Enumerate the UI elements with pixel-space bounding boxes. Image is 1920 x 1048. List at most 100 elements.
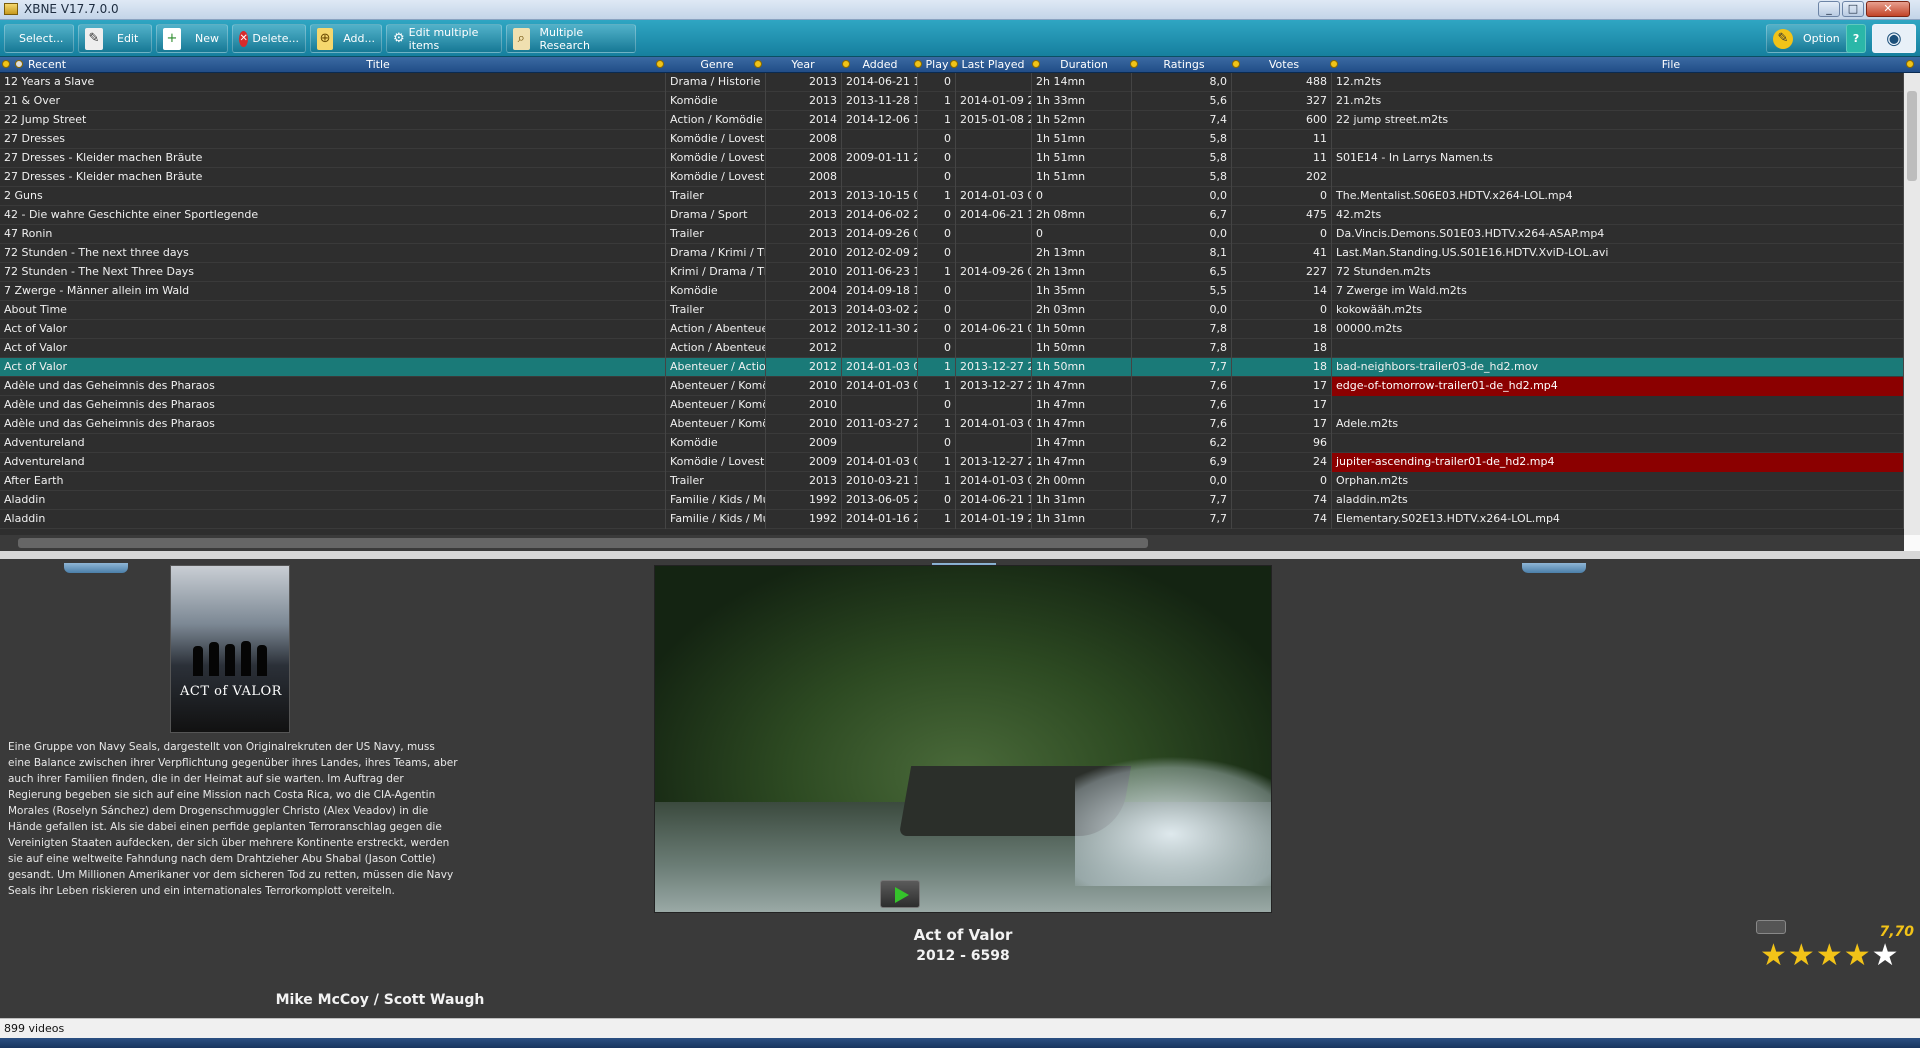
col-votes[interactable]: Votes: [1232, 57, 1336, 73]
col-ratings[interactable]: Ratings: [1136, 57, 1232, 73]
cell-file: [1332, 396, 1904, 415]
col-recent[interactable]: Recent: [28, 57, 88, 73]
panel-splitter[interactable]: [0, 551, 1920, 559]
table-row[interactable]: Adventureland Komödie 2009 0 1h 47mn 6,2 96: [0, 434, 1904, 453]
cell-year: 2012: [766, 358, 842, 377]
table-row[interactable]: 47 Ronin Trailer 2013 2014-09-26 0 0 0 0,0 0 Da.…: [0, 225, 1904, 244]
view-button[interactable]: ◉: [1872, 24, 1916, 53]
col-title[interactable]: Title: [88, 57, 668, 73]
collapse-left-tab[interactable]: [64, 563, 128, 573]
movie-poster[interactable]: ACT of VALOR: [170, 565, 290, 733]
col-duration[interactable]: Duration: [1032, 57, 1136, 73]
table-row[interactable]: 27 Dresses - Kleider machen Bräute Komödi…: [0, 149, 1904, 168]
horizontal-scroll-thumb[interactable]: [18, 538, 1148, 548]
table-row[interactable]: 27 Dresses - Kleider machen Bräute Komödi…: [0, 168, 1904, 187]
cell-dur: 1h 47mn: [1032, 396, 1132, 415]
star-rating[interactable]: ★ ★ ★ ★ ★: [1760, 940, 1920, 972]
cell-file: 42.m2ts: [1332, 206, 1904, 225]
toolbar: Select... ✎ Edit + New ✕ Delete... ⊕ Add…: [0, 20, 1920, 57]
table-row[interactable]: 7 Zwerge - Männer allein im Wald Komödie 2…: [0, 282, 1904, 301]
taskbar: [0, 1038, 1920, 1048]
cell-play: 0: [918, 491, 956, 510]
star-icon[interactable]: ★: [1872, 940, 1899, 972]
cell-play: 1: [918, 415, 956, 434]
col-genre[interactable]: Genre: [668, 57, 766, 73]
edit-multiple-button[interactable]: ⚙ Edit multiple items: [386, 24, 502, 53]
table-row[interactable]: 27 Dresses Komödie / Lovesto 2008 0 1h 51mn 5…: [0, 130, 1904, 149]
cell-title: 12 Years a Slave: [0, 73, 666, 92]
title-filter-icon[interactable]: [656, 60, 664, 68]
cell-file: 22 jump street.m2ts: [1332, 111, 1904, 130]
movie-description: Eine Gruppe von Navy Seals, dargestellt …: [8, 741, 458, 897]
table-row[interactable]: Adèle und das Geheimnis des Pharaos Abent…: [0, 396, 1904, 415]
rating-toggle[interactable]: [1756, 920, 1786, 934]
option-label: Option: [1803, 32, 1840, 45]
cell-rating: 7,6: [1132, 377, 1232, 396]
cell-year: 2004: [766, 282, 842, 301]
select-button[interactable]: Select...: [4, 24, 74, 53]
multiple-research-button[interactable]: ⌕ Multiple Research: [506, 24, 636, 53]
table-row[interactable]: Adèle und das Geheimnis des Pharaos Abent…: [0, 415, 1904, 434]
table-row[interactable]: Adventureland Komödie / Lovesto 2009 2014-0…: [0, 453, 1904, 472]
cell-title: 22 Jump Street: [0, 111, 666, 130]
cell-rating: 7,7: [1132, 510, 1232, 529]
file-filter-icon[interactable]: [1906, 60, 1914, 68]
table-row[interactable]: 42 - Die wahre Geschichte einer Sportleg…: [0, 206, 1904, 225]
table-row[interactable]: 21 & Over Komödie 2013 2013-11-28 1 1 2014-01…: [0, 92, 1904, 111]
eye-icon: ◉: [1886, 28, 1902, 49]
col-last-played[interactable]: Last Played: [956, 57, 1030, 73]
star-icon[interactable]: ★: [1816, 940, 1843, 972]
table-row[interactable]: About Time Trailer 2013 2014-03-02 2 0 2h 03m…: [0, 301, 1904, 320]
play-icon: [895, 887, 909, 903]
vertical-scroll-thumb[interactable]: [1907, 91, 1917, 181]
cell-added: 2010-03-21 1: [842, 472, 918, 491]
table-row[interactable]: 22 Jump Street Action / Komödie /2014 2014…: [0, 111, 1904, 130]
table-row[interactable]: Aladdin Familie / Kids / Mu: 1992 2014-01-1…: [0, 510, 1904, 529]
star-icon[interactable]: ★: [1760, 940, 1787, 972]
table-row[interactable]: 72 Stunden - The Next Three Days Krimi / …: [0, 263, 1904, 282]
star-icon[interactable]: ★: [1788, 940, 1815, 972]
collapse-right-tab[interactable]: [1522, 563, 1586, 573]
maximize-button[interactable]: □: [1842, 1, 1864, 17]
table-row[interactable]: Adèle und das Geheimnis des Pharaos Abent…: [0, 377, 1904, 396]
table-row[interactable]: Act of Valor Action / Abenteuer 2012 0 1h 50…: [0, 339, 1904, 358]
star-icon[interactable]: ★: [1844, 940, 1871, 972]
cell-dur: 1h 50mn: [1032, 339, 1132, 358]
table-row[interactable]: Act of Valor Action / Abenteuer 2012 2012-1…: [0, 320, 1904, 339]
cell-added: 2014-01-03 0: [842, 453, 918, 472]
cell-dur: 1h 47mn: [1032, 453, 1132, 472]
table-row[interactable]: 72 Stunden - The next three days Drama / …: [0, 244, 1904, 263]
close-button[interactable]: ✕: [1866, 1, 1910, 17]
play-button[interactable]: [880, 880, 920, 908]
horizontal-scrollbar[interactable]: [0, 535, 1904, 551]
option-button[interactable]: ✎ Option: [1766, 24, 1854, 53]
table-row[interactable]: After Earth Trailer 2013 2010-03-21 1 1 2014-…: [0, 472, 1904, 491]
sort-icon[interactable]: [2, 60, 10, 68]
cell-added: 2014-01-03 0: [842, 377, 918, 396]
app-window: XBNE V17.7.0.0 _ □ ✕ Select... ✎ Edit + …: [0, 0, 1920, 1048]
col-added[interactable]: Added: [842, 57, 918, 73]
col-year[interactable]: Year: [766, 57, 840, 73]
cell-title: After Earth: [0, 472, 666, 491]
cell-rating: 5,5: [1132, 282, 1232, 301]
cell-title: 27 Dresses - Kleider machen Bräute: [0, 168, 666, 187]
table-row[interactable]: Aladdin Familie / Kids / Mu: 1992 2013-06-0…: [0, 491, 1904, 510]
edit-button[interactable]: ✎ Edit: [78, 24, 152, 53]
cell-dur: 1h 35mn: [1032, 282, 1132, 301]
table-row[interactable]: 12 Years a Slave Drama / Historie 2013 2014…: [0, 73, 1904, 92]
add-button[interactable]: ⊕ Add...: [310, 24, 382, 53]
table-row[interactable]: Act of Valor Abenteuer / Actior 2012 2014-0…: [0, 358, 1904, 377]
col-file[interactable]: File: [1336, 57, 1920, 73]
cell-added: [842, 434, 918, 453]
delete-button[interactable]: ✕ Delete...: [232, 24, 306, 53]
genre-filter-icon[interactable]: [754, 60, 762, 68]
trailer-video[interactable]: [654, 565, 1272, 913]
cell-year: 2009: [766, 453, 842, 472]
cell-genre: Familie / Kids / Mu:: [666, 510, 766, 529]
table-row[interactable]: 2 Guns Trailer 2013 2013-10-15 0 1 2014-01-03…: [0, 187, 1904, 206]
help-button[interactable]: ?: [1846, 24, 1866, 53]
minimize-button[interactable]: _: [1818, 1, 1840, 17]
vertical-scrollbar[interactable]: [1904, 73, 1920, 535]
new-button[interactable]: + New: [156, 24, 228, 53]
cell-year: 2013: [766, 206, 842, 225]
